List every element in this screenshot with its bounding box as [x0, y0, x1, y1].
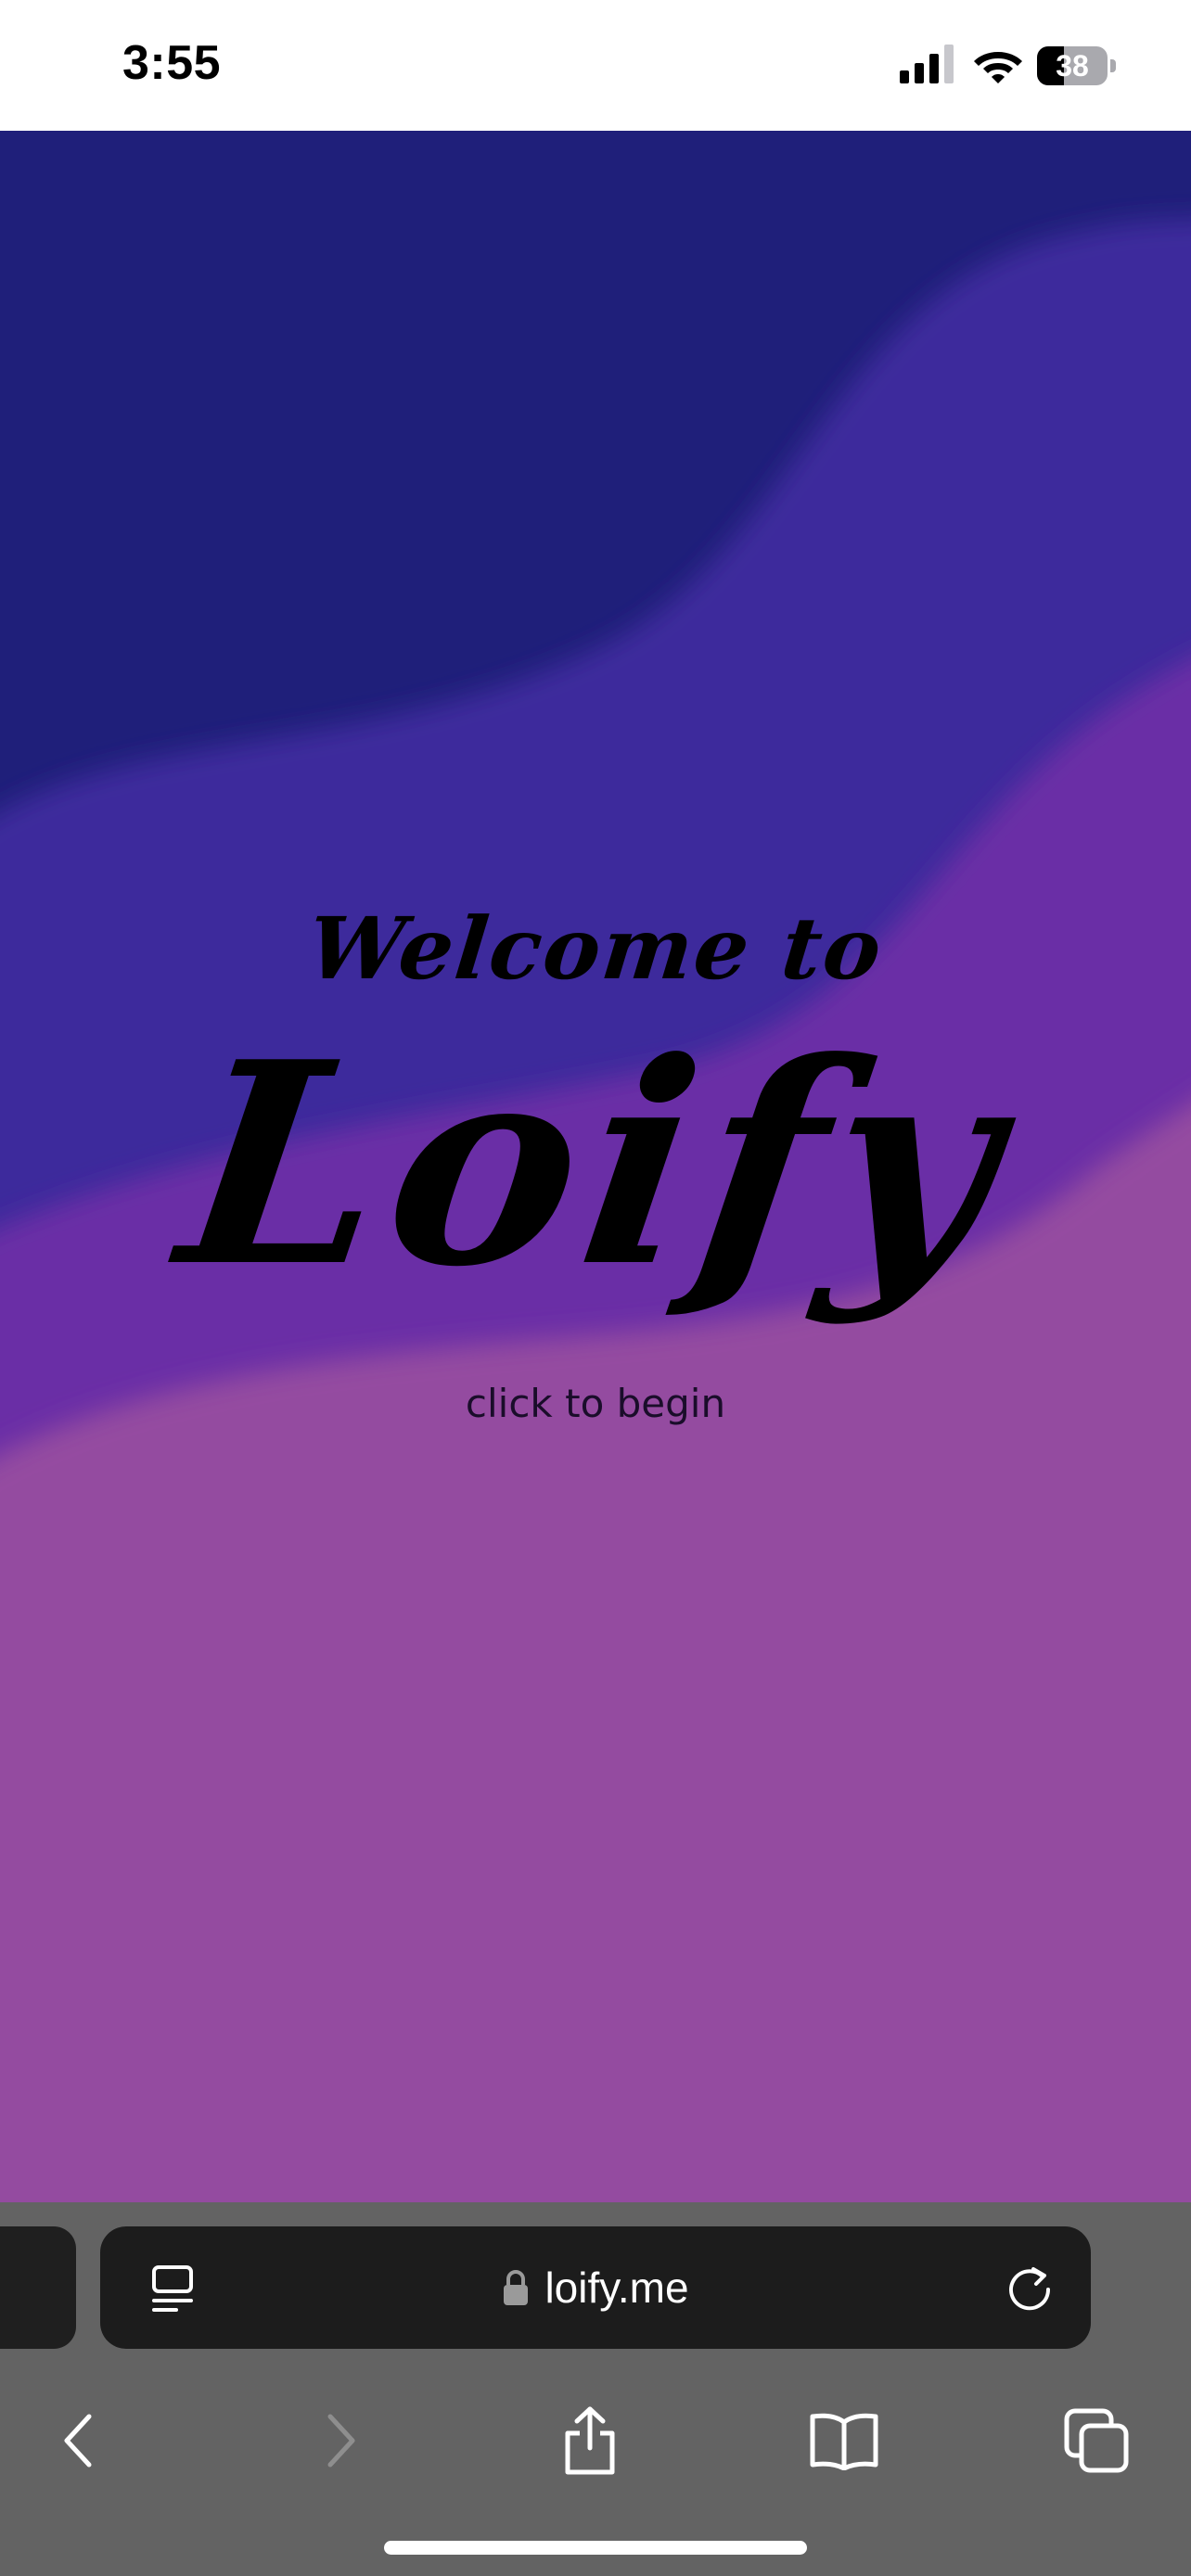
share-icon: [565, 2406, 615, 2475]
browser-toolbar: [0, 2378, 1191, 2499]
battery-level: 38: [1056, 49, 1089, 83]
url-text: loify.me: [544, 2264, 689, 2312]
share-button[interactable]: [545, 2399, 634, 2482]
address-bar[interactable]: loify.me: [100, 2226, 1091, 2349]
book-icon: [810, 2413, 878, 2470]
web-page[interactable]: Welcome to Loify click to begin: [0, 131, 1191, 2202]
home-indicator[interactable]: [384, 2541, 807, 2555]
chevron-left-icon: [64, 2414, 92, 2468]
status-bar: 3:55 38: [0, 0, 1191, 131]
begin-link[interactable]: click to begin: [0, 1381, 1191, 1426]
welcome-subtitle: Welcome to: [303, 899, 888, 999]
url-display[interactable]: loify.me: [100, 2226, 1091, 2349]
lock-icon: [504, 2270, 529, 2305]
back-button[interactable]: [35, 2399, 124, 2482]
previous-tab-card[interactable]: [0, 2226, 76, 2349]
battery-body: 38: [1037, 46, 1108, 85]
brand-title: Loify: [165, 1001, 1027, 1328]
tabs-button[interactable]: [1052, 2399, 1141, 2482]
cellular-signal-icon: [900, 45, 954, 83]
status-time: 3:55: [122, 36, 222, 90]
battery-icon: 38: [1037, 46, 1117, 85]
reload-icon[interactable]: [1005, 2264, 1054, 2312]
phone-screen: 3:55 38 Welcome to Loify click to begin …: [0, 0, 1191, 2576]
tabs-icon: [1064, 2408, 1129, 2473]
battery-cap: [1110, 59, 1116, 72]
chevron-right-icon: [327, 2414, 355, 2468]
wifi-icon: [974, 52, 1022, 83]
forward-button[interactable]: [295, 2399, 384, 2482]
bookmarks-button[interactable]: [800, 2399, 889, 2482]
browser-bottom-bar: loify.me: [0, 2202, 1191, 2576]
